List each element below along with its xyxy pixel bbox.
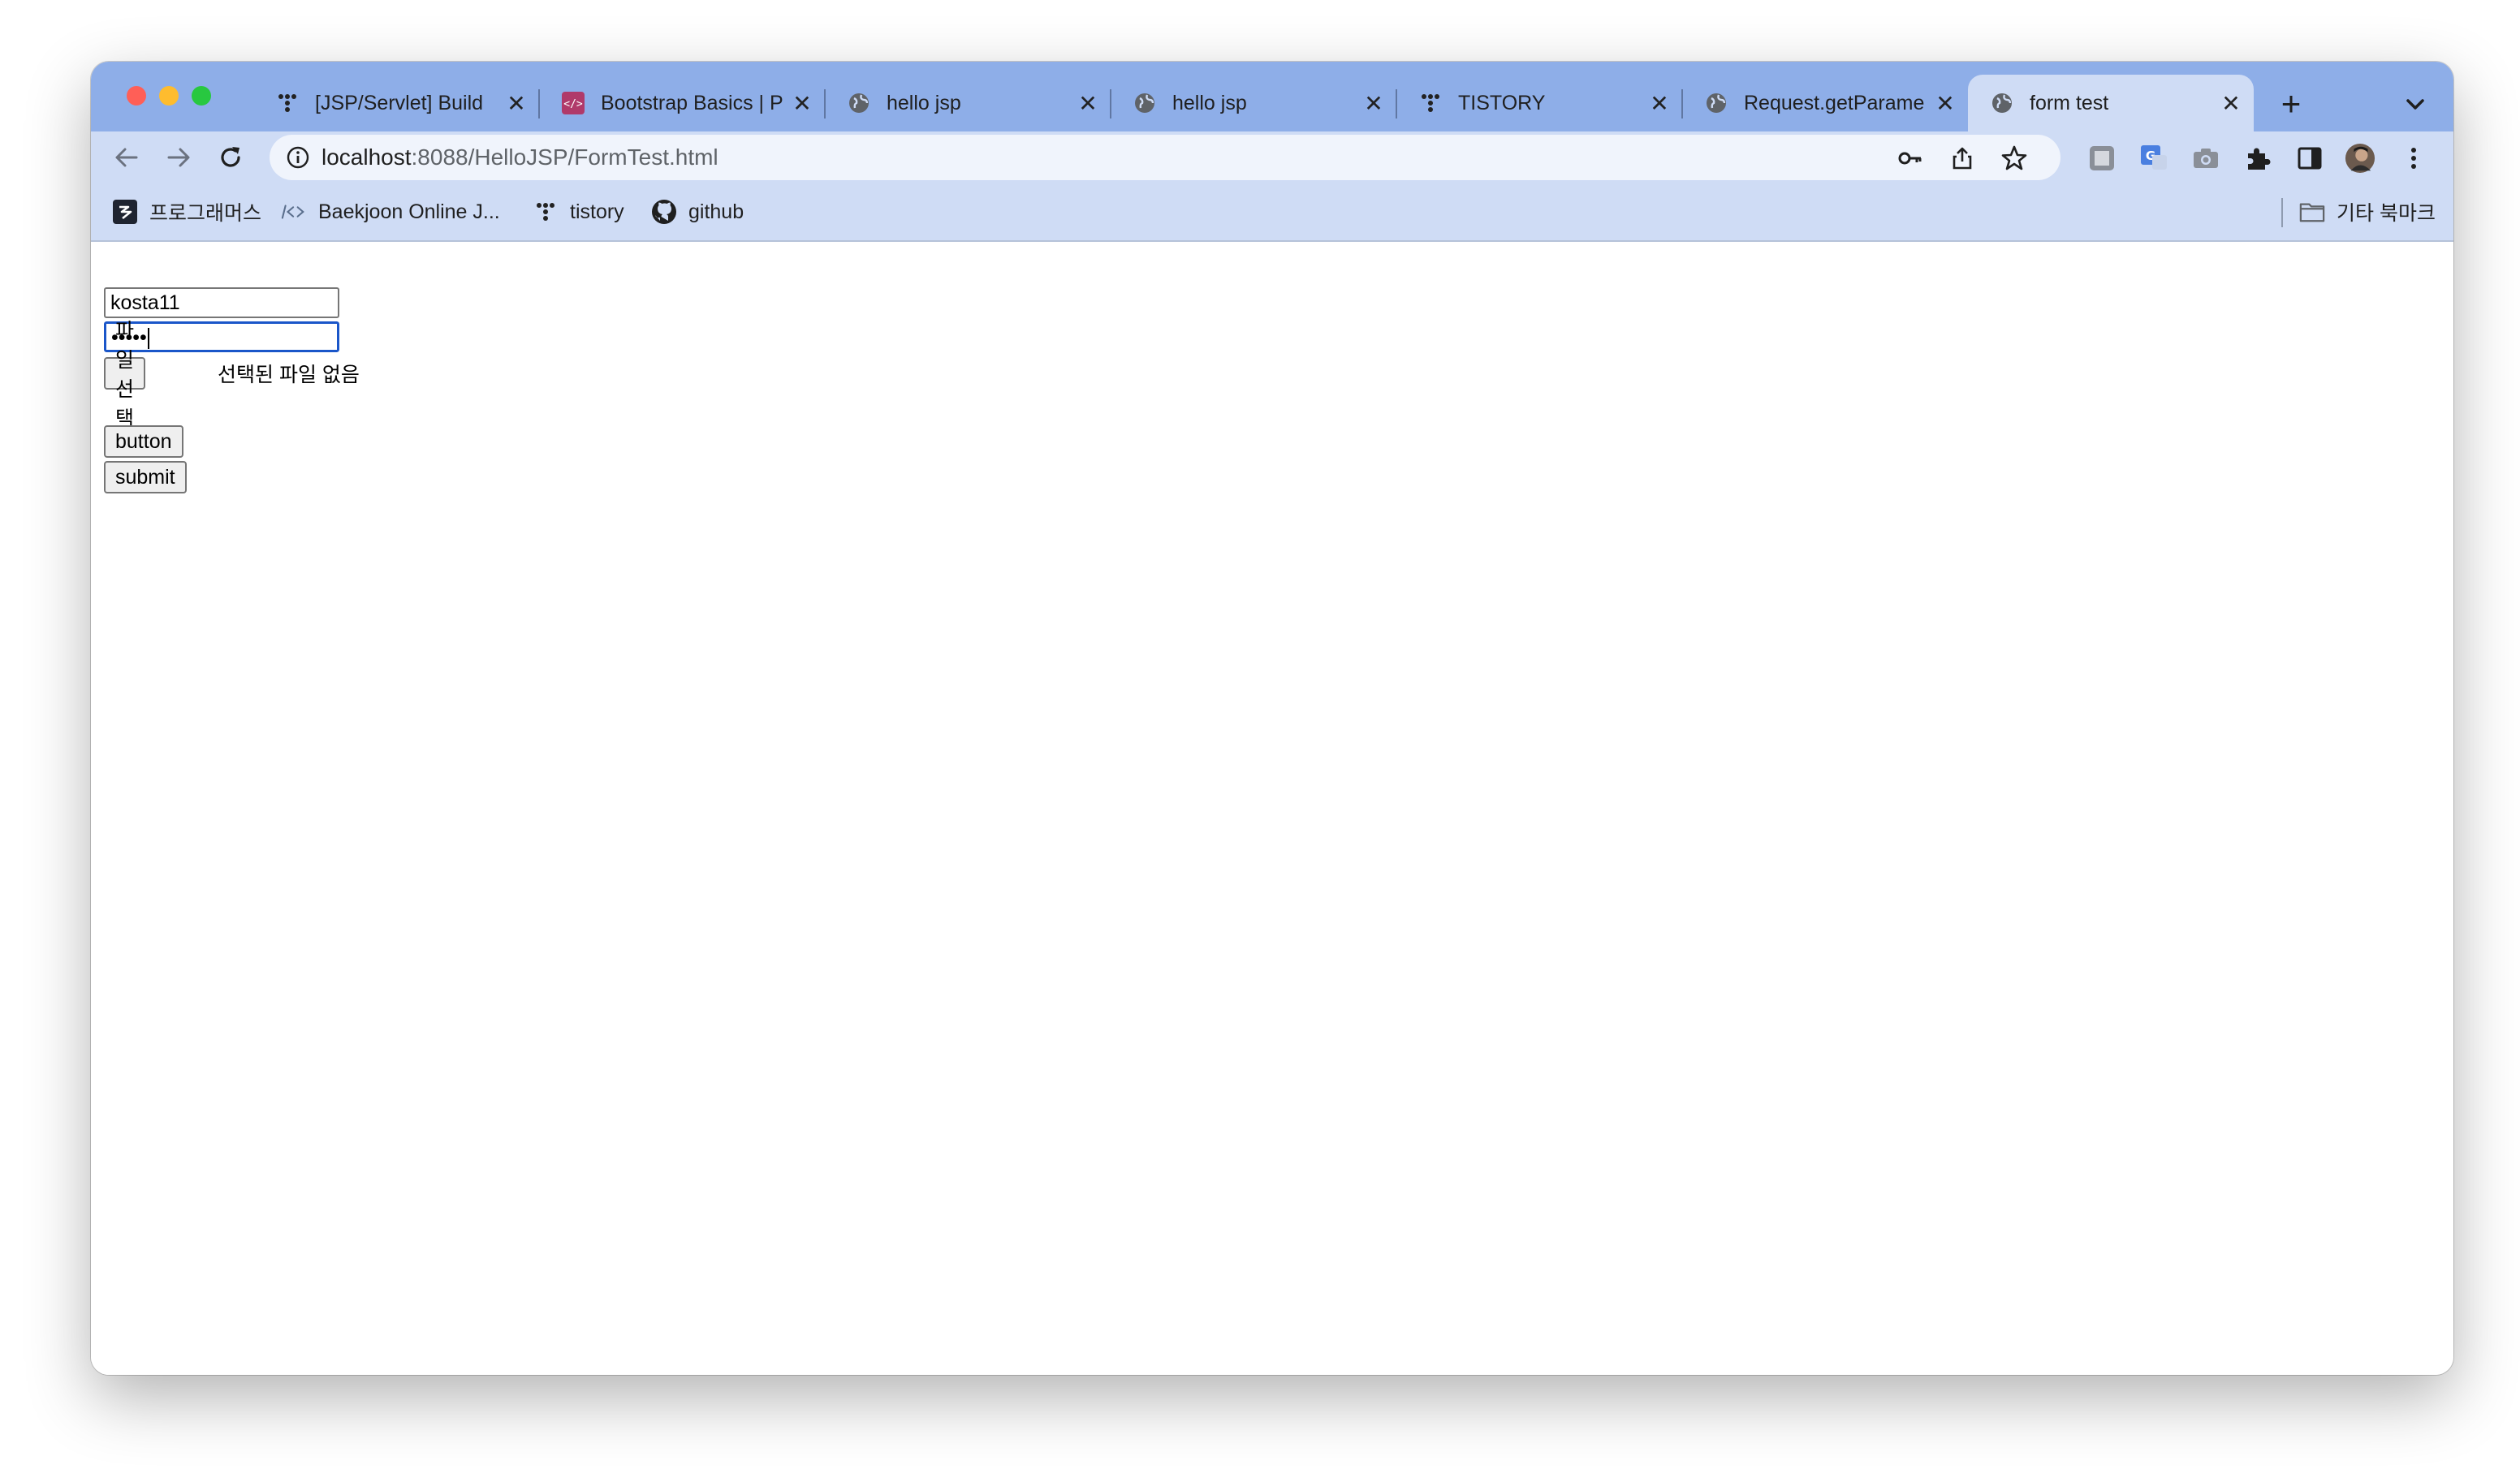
bookmark-star-icon[interactable] [2000,144,2028,172]
page-content: kosta11 ••••• 파일 선택 선택된 파일 없음 button sub… [91,242,2453,1375]
tab-search-button[interactable] [2395,84,2436,125]
zoom-window-button[interactable] [192,86,211,106]
tistory-icon [533,199,559,225]
globe-icon [1989,90,2015,116]
globe-icon [846,90,872,116]
programmers-icon [112,199,138,225]
password-input[interactable]: ••••• [102,320,341,354]
url-path: :8088/HelloJSP/FormTest.html [411,144,718,170]
globe-icon [1132,90,1158,116]
tistory-icon [274,90,300,116]
extension-profile-icon[interactable] [2086,143,2117,174]
close-icon[interactable]: ✕ [1072,90,1104,117]
folder-icon [2299,199,2325,225]
extensions-puzzle-icon[interactable] [2242,143,2273,174]
tab-title: hello jsp [887,91,961,114]
share-icon[interactable] [1948,144,1976,172]
key-icon[interactable] [1896,144,1924,172]
new-tab-button[interactable]: + [2267,80,2315,128]
url-host: localhost [321,144,412,170]
bookmark-baekjoon[interactable]: Baekjoon Online J... [281,196,500,227]
github-icon [651,199,677,225]
svg-text:</>: </> [563,98,583,110]
code-icon: </> [560,90,586,116]
address-bar[interactable]: localhost:8088/HelloJSP/FormTest.html [270,135,2060,180]
tab-bootstrap[interactable]: </> Bootstrap Basics | P ✕ [539,75,826,131]
close-icon[interactable]: ✕ [2215,90,2247,117]
file-status-label: 선택된 파일 없음 [218,364,360,386]
tab-title: Bootstrap Basics | P [601,91,783,114]
file-choose-button[interactable]: 파일 선택 [104,320,146,430]
bookmark-programmers[interactable]: 프로그래머스 [112,196,261,227]
close-icon[interactable]: ✕ [1357,90,1390,117]
close-window-button[interactable] [127,86,146,106]
avatar[interactable] [2345,143,2375,174]
close-icon[interactable]: ✕ [1643,90,1676,117]
tab-hello-jsp-1[interactable]: hello jsp ✕ [825,75,1111,131]
arrow-left-icon [115,148,138,167]
info-icon[interactable] [286,145,310,170]
google-translate-icon[interactable]: G [2138,143,2169,174]
tab-title: TISTORY [1458,91,1546,114]
code-brackets-icon [281,199,307,225]
tab-strip: [JSP/Servlet] Build ✕ </> Bootstrap Basi… [91,62,2453,131]
close-icon[interactable]: ✕ [1929,90,1961,117]
forward-button[interactable] [161,140,196,175]
bookmark-tistory[interactable]: tistory [533,196,624,227]
tab-title: Request.getParame [1744,91,1925,114]
text-caret [147,328,149,350]
minimize-window-button[interactable] [159,86,179,106]
id-input[interactable]: kosta11 [104,287,339,318]
plain-button[interactable]: button [104,425,183,458]
bookmark-github[interactable]: github [651,196,744,227]
reload-button[interactable] [213,140,248,175]
reload-icon [221,147,240,167]
bookmarks-bar: 프로그래머스 Baekjoon Online J... tistory gith… [91,183,2453,242]
browser-menu-button[interactable] [2398,143,2429,174]
bookmarks-separator [2281,198,2283,227]
kebab-menu-icon [2411,148,2416,169]
url-text[interactable]: localhost:8088/HelloJSP/FormTest.html [321,144,718,170]
bookmark-label: 기타 북마크 [2337,202,2436,225]
tab-form-test[interactable]: form test ✕ [1968,75,2254,131]
camera-icon[interactable] [2190,143,2221,174]
chevron-down-icon [2406,99,2424,110]
browser-window: [JSP/Servlet] Build ✕ </> Bootstrap Basi… [91,62,2453,1375]
bookmark-label: github [688,200,744,223]
back-button[interactable] [109,140,145,175]
tab-jsp-servlet[interactable]: [JSP/Servlet] Build ✕ [253,75,540,131]
close-icon[interactable]: ✕ [500,90,533,117]
tab-hello-jsp-2[interactable]: hello jsp ✕ [1111,75,1397,131]
id-input-value: kosta11 [110,291,180,314]
tab-request-getparameter[interactable]: Request.getParame ✕ [1682,75,1968,131]
globe-icon [1703,90,1729,116]
bookmark-label: tistory [570,200,624,223]
close-icon[interactable]: ✕ [786,90,818,117]
bookmark-label: 프로그래머스 [149,202,262,225]
browser-toolbar: localhost:8088/HelloJSP/FormTest.html G [91,131,2453,183]
submit-button[interactable]: submit [104,461,187,493]
side-panel-icon[interactable] [2294,143,2325,174]
tab-title: form test [2030,91,2109,114]
tistory-icon [1418,90,1443,116]
other-bookmarks-folder[interactable]: 기타 북마크 [2299,196,2436,227]
tab-title: hello jsp [1172,91,1247,114]
bookmark-label: Baekjoon Online J... [318,200,500,223]
tab-tistory[interactable]: TISTORY ✕ [1396,75,1683,131]
tab-title: [JSP/Servlet] Build [315,91,484,114]
arrow-right-icon [167,148,190,167]
